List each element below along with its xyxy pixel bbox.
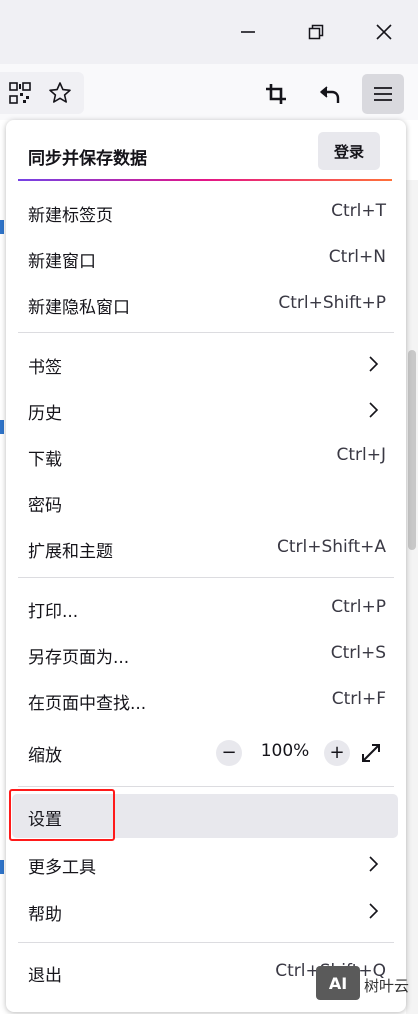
menu-item-label: 新建隐私窗口 (28, 298, 130, 318)
sync-title: 同步并保存数据 (28, 149, 147, 169)
url-bar[interactable] (0, 72, 84, 114)
menu-item-label: 书签 (28, 358, 62, 378)
app-menu-button[interactable] (362, 74, 404, 114)
zoom-controls: − 100% + (206, 734, 386, 770)
menu-item-new-window[interactable]: 新建窗口 Ctrl+N (12, 236, 398, 280)
watermark-logo: AI (316, 966, 360, 1000)
zoom-out-button[interactable]: − (216, 740, 242, 766)
login-button[interactable]: 登录 (318, 132, 380, 170)
menu-item-shortcut: Ctrl+J (336, 445, 386, 465)
menu-item-save-page-as[interactable]: 另存页面为... Ctrl+S (12, 632, 398, 676)
menu-item-label: 新建窗口 (28, 252, 96, 272)
menu-item-label: 密码 (28, 496, 62, 516)
menu-item-shortcut: Ctrl+F (331, 689, 386, 709)
fullscreen-button[interactable] (356, 738, 386, 768)
menu-item-help[interactable]: 帮助 (12, 889, 398, 933)
menu-separator (18, 786, 394, 787)
app-menu-panel: 同步并保存数据 登录 新建标签页 Ctrl+T 新建窗口 Ctrl+N 新建隐私… (6, 120, 406, 1012)
menu-item-label: 另存页面为... (28, 648, 130, 668)
restore-icon (308, 24, 324, 40)
screenshot-crop-icon (266, 84, 286, 104)
fullscreen-expand-icon (362, 744, 380, 762)
menu-item-label: 新建标签页 (28, 206, 113, 226)
page-link-fragment (0, 220, 4, 234)
menu-item-more-tools[interactable]: 更多工具 (12, 842, 398, 886)
menu-item-zoom: 缩放 − 100% + (12, 730, 398, 774)
menu-item-print[interactable]: 打印... Ctrl+P (12, 586, 398, 630)
menu-item-label: 下载 (28, 450, 62, 470)
sync-section: 同步并保存数据 登录 (6, 130, 406, 182)
menu-item-new-tab[interactable]: 新建标签页 Ctrl+T (12, 190, 398, 234)
menu-item-label: 在页面中查找... (28, 694, 147, 714)
menu-item-label: 扩展和主题 (28, 542, 113, 562)
menu-separator (18, 332, 394, 333)
zoom-in-button[interactable]: + (324, 740, 350, 766)
menu-item-label: 历史 (28, 404, 62, 424)
menu-item-label: 退出 (28, 966, 62, 986)
menu-item-downloads[interactable]: 下载 Ctrl+J (12, 434, 398, 478)
watermark: AI 树叶云 (316, 966, 412, 1002)
menu-item-shortcut: Ctrl+N (328, 247, 386, 267)
chevron-right-icon (369, 402, 379, 418)
title-bar (0, 0, 418, 64)
settings-highlight-annotation (9, 789, 115, 841)
zoom-level-reset[interactable]: 100% (252, 741, 318, 761)
page-link-fragment (0, 420, 4, 434)
menu-item-label: 打印... (28, 602, 79, 622)
sync-gradient-divider (18, 179, 392, 181)
screenshot-button[interactable] (258, 76, 294, 112)
menu-item-history[interactable]: 历史 (12, 388, 398, 432)
chevron-right-icon (369, 856, 379, 872)
restore-button[interactable] (298, 14, 334, 50)
close-icon (376, 24, 392, 40)
qr-code-icon (9, 82, 31, 104)
hamburger-menu-icon (374, 87, 392, 101)
menu-item-shortcut: Ctrl+Shift+A (276, 537, 386, 557)
menu-item-bookmarks[interactable]: 书签 (12, 342, 398, 386)
undo-arrow-icon (320, 86, 340, 103)
menu-item-shortcut: Ctrl+S (330, 643, 386, 663)
bookmark-star-button[interactable] (42, 75, 78, 111)
qr-code-button[interactable] (2, 75, 38, 111)
navigation-toolbar (0, 64, 418, 120)
menu-item-label: 更多工具 (28, 858, 96, 878)
close-window-button[interactable] (366, 14, 402, 50)
menu-item-shortcut: Ctrl+P (331, 597, 386, 617)
page-link-fragment (0, 860, 4, 874)
menu-item-passwords[interactable]: 密码 (12, 480, 398, 524)
menu-separator (18, 942, 394, 943)
chevron-right-icon (369, 356, 379, 372)
menu-item-shortcut: Ctrl+T (331, 201, 386, 221)
undo-close-tab-button[interactable] (312, 76, 348, 112)
watermark-text: 树叶云 (364, 977, 410, 995)
menu-item-find-in-page[interactable]: 在页面中查找... Ctrl+F (12, 678, 398, 722)
minimize-icon (241, 31, 255, 33)
menu-item-new-private-window[interactable]: 新建隐私窗口 Ctrl+Shift+P (12, 282, 398, 326)
menu-item-label: 缩放 (28, 746, 62, 766)
menu-separator (18, 577, 394, 578)
scrollbar-thumb[interactable] (408, 350, 416, 550)
minimize-button[interactable] (230, 14, 266, 50)
bookmark-star-icon (49, 82, 71, 103)
page-scrollbar[interactable] (406, 180, 418, 1014)
menu-item-addons-themes[interactable]: 扩展和主题 Ctrl+Shift+A (12, 526, 398, 570)
menu-item-shortcut: Ctrl+Shift+P (278, 293, 386, 313)
chevron-right-icon (369, 903, 379, 919)
menu-item-label: 帮助 (28, 905, 62, 925)
